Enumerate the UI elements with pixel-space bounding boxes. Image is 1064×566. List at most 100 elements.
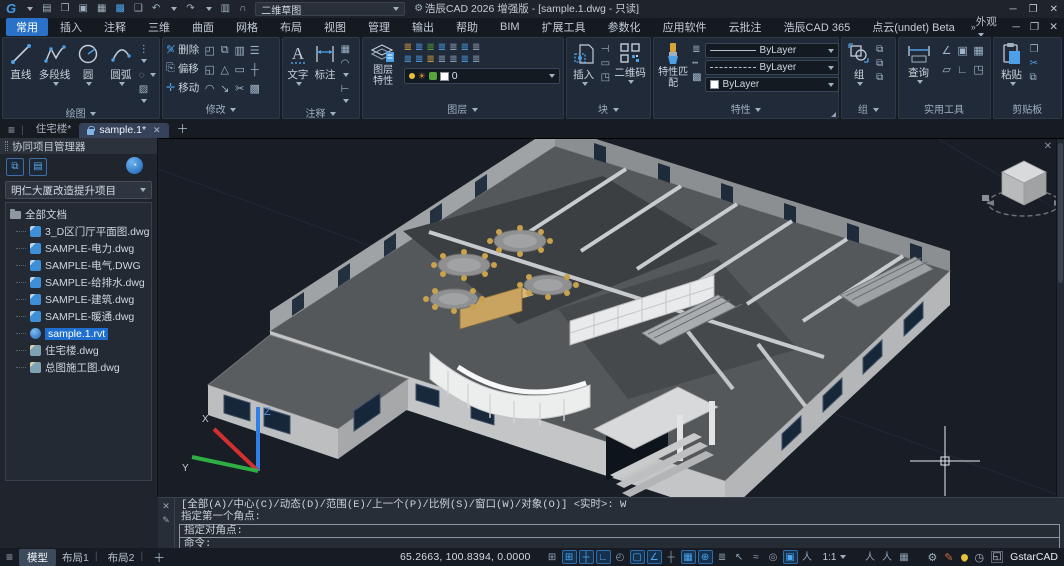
group-edit-icon[interactable]: ⧉ <box>876 58 883 70</box>
annotation-add-scale-toggle[interactable]: 人 <box>879 550 894 564</box>
ribbon-tab[interactable]: 输出 <box>402 18 444 36</box>
linetype-dropdown[interactable]: ByLayer <box>705 60 839 75</box>
move-button[interactable]: ✛移动 <box>166 78 199 97</box>
layer-dropdown[interactable]: ☀ 0 <box>404 68 560 84</box>
layer-unlock-icon[interactable]: ≣ <box>472 54 480 65</box>
tips-bulb-icon[interactable] <box>961 554 968 561</box>
annotation-visibility-toggle[interactable]: 人 <box>800 550 815 564</box>
lineweight-tool-icon[interactable]: ≣ <box>692 44 701 56</box>
open-folder-icon[interactable]: ❒ <box>61 0 70 18</box>
redo-chevron-icon[interactable] <box>206 7 212 11</box>
area-measure-icon[interactable]: ▱ <box>942 63 950 76</box>
ungroup-icon[interactable]: ⧉ <box>876 44 883 56</box>
app-logo-icon[interactable]: G <box>6 0 16 18</box>
block-attr-icon[interactable]: ▭ <box>601 58 610 70</box>
ribbon-tab[interactable]: 云批注 <box>719 18 772 36</box>
grid-display-toggle[interactable]: ⊞ <box>545 550 560 564</box>
group-button[interactable]: 组 <box>845 40 873 86</box>
doc-restore-button[interactable]: ❐ <box>1030 21 1039 33</box>
command-close-icon[interactable]: ✕ <box>162 501 170 512</box>
doc-minimize-button[interactable]: ─ <box>1012 21 1019 33</box>
ribbon-tab[interactable]: 帮助 <box>446 18 488 36</box>
project-selector[interactable]: 明仁大厦改造提升项目 <box>5 181 152 199</box>
trim-icon[interactable]: ✂ <box>235 82 244 95</box>
undo-chevron-icon[interactable] <box>171 7 177 11</box>
quick-properties-toggle[interactable]: ▦ <box>896 550 911 564</box>
print-icon[interactable]: ❑ <box>134 0 143 18</box>
panel-header[interactable]: 协同项目管理器 <box>0 138 157 154</box>
layout1-tab[interactable]: 布局1 <box>62 550 89 565</box>
command-edit-icon[interactable]: ✎ <box>162 515 170 526</box>
layer-isolate-icon[interactable]: ≣ <box>461 42 469 53</box>
layer-prev-icon[interactable]: ≣ <box>426 54 434 65</box>
arc-button[interactable]: 圆弧 <box>106 40 136 86</box>
drag-grip-icon[interactable] <box>5 141 8 151</box>
import-project-button[interactable]: ⧉ <box>6 158 24 176</box>
save-as-icon[interactable]: ▦ <box>97 0 106 18</box>
new-document-button[interactable]: ▤ <box>29 158 47 176</box>
file-tree-item[interactable]: SAMPLE-电气.DWG <box>10 257 151 274</box>
panel-label-utilities[interactable]: 实用工具 <box>899 104 990 118</box>
ellipse-tools-icon[interactable]: ◌ <box>139 70 156 82</box>
layer-state-icon[interactable]: ≣ <box>461 54 469 65</box>
save-icon[interactable]: ▣ <box>79 0 88 18</box>
linetype-tool-icon[interactable]: ┅ <box>692 58 701 70</box>
restore-button[interactable]: ❐ <box>1029 4 1038 15</box>
dynamic-ucs-toggle[interactable]: ▦ <box>681 550 696 564</box>
panel-label-modify[interactable]: 修改 <box>163 104 279 118</box>
angle-measure-icon[interactable]: ∠ <box>942 44 952 57</box>
circle-button[interactable]: 圆 <box>73 40 103 86</box>
rotate-icon[interactable]: ◰ <box>205 44 215 57</box>
document-tab-1[interactable]: 住宅楼* <box>28 120 80 138</box>
layer-delete-icon[interactable]: ≣ <box>449 54 457 65</box>
ribbon-tab[interactable]: 注释 <box>94 18 136 36</box>
logo-menu-chevron-icon[interactable] <box>27 7 33 11</box>
copy-clip-icon[interactable]: ❐ <box>1030 44 1039 56</box>
scale-icon[interactable]: △ <box>220 63 228 76</box>
join-icon[interactable]: ┼ <box>251 64 259 76</box>
polar-tracking-toggle[interactable]: ◴ <box>613 550 628 564</box>
measure-button[interactable]: 查询 <box>902 40 936 84</box>
close-button[interactable]: ✕ <box>1050 4 1058 15</box>
status-menu-icon[interactable]: ≡ <box>6 550 13 564</box>
block-edit-icon[interactable]: ⊣ <box>601 44 610 56</box>
command-prompt-line[interactable]: 指定对角点: <box>180 525 1059 537</box>
workspace-monitor-toggle[interactable]: ▣ <box>783 550 798 564</box>
file-tree-item[interactable]: SAMPLE-电力.dwg <box>10 240 151 257</box>
transparency-toggle[interactable]: ≈ <box>749 550 764 564</box>
selection-cycling-toggle[interactable]: ↖ <box>732 550 747 564</box>
file-tree-item[interactable]: SAMPLE-建筑.dwg <box>10 291 151 308</box>
quick-select-icon[interactable]: ▣ <box>957 44 967 57</box>
hdim-tool-icon[interactable]: ⊢ <box>341 84 356 108</box>
layer-walk-icon[interactable]: ≣ <box>404 54 412 65</box>
doc-menu-icon[interactable]: ≡ <box>8 123 15 137</box>
text-button[interactable]: A 文字 <box>286 40 309 86</box>
ribbon-tab[interactable]: 网格 <box>226 18 268 36</box>
ortho-mode-toggle[interactable]: ∟ <box>596 550 611 564</box>
layer-merge-icon[interactable]: ≣ <box>438 54 446 65</box>
explode-icon[interactable]: ↘ <box>220 82 229 95</box>
table-tool-icon[interactable]: ▦ <box>341 44 356 56</box>
rotate2-icon[interactable]: ◠ <box>205 82 215 95</box>
group-select-icon[interactable]: ⧉ <box>876 72 883 84</box>
array-icon[interactable]: ☰ <box>250 44 260 57</box>
layout2-tab[interactable]: 布局2 <box>108 550 135 565</box>
ribbon-tab[interactable]: 参数化 <box>598 18 651 36</box>
quick-calc-icon[interactable]: ▦ <box>973 44 983 57</box>
new-tab-button[interactable]: ＋ <box>177 120 189 137</box>
layer-match-icon[interactable]: ≣ <box>415 54 423 65</box>
ribbon-tab[interactable]: 视图 <box>314 18 356 36</box>
headset-icon[interactable]: ∩ <box>239 0 246 18</box>
stretch-icon[interactable]: ▥ <box>235 44 245 57</box>
polyline-button[interactable]: 多段线 <box>39 40 71 86</box>
snap-mode-toggle[interactable]: ┼ <box>579 550 594 564</box>
layer-freeze-icon[interactable]: ≣ <box>415 42 423 53</box>
snap-cross-toggle[interactable]: ┼ <box>664 550 679 564</box>
tab-close-icon[interactable]: ✕ <box>153 125 161 136</box>
panel-label-group[interactable]: 组 <box>842 104 894 118</box>
panel-label-clipboard[interactable]: 剪贴板 <box>994 104 1061 118</box>
file-tree-item[interactable]: SAMPLE-暖通.dwg <box>10 308 151 325</box>
doc-close-button[interactable]: ✕ <box>1049 21 1058 33</box>
id-point-icon[interactable]: ∟ <box>957 64 968 76</box>
document-tab-2[interactable]: sample.1* ✕ <box>79 123 168 138</box>
